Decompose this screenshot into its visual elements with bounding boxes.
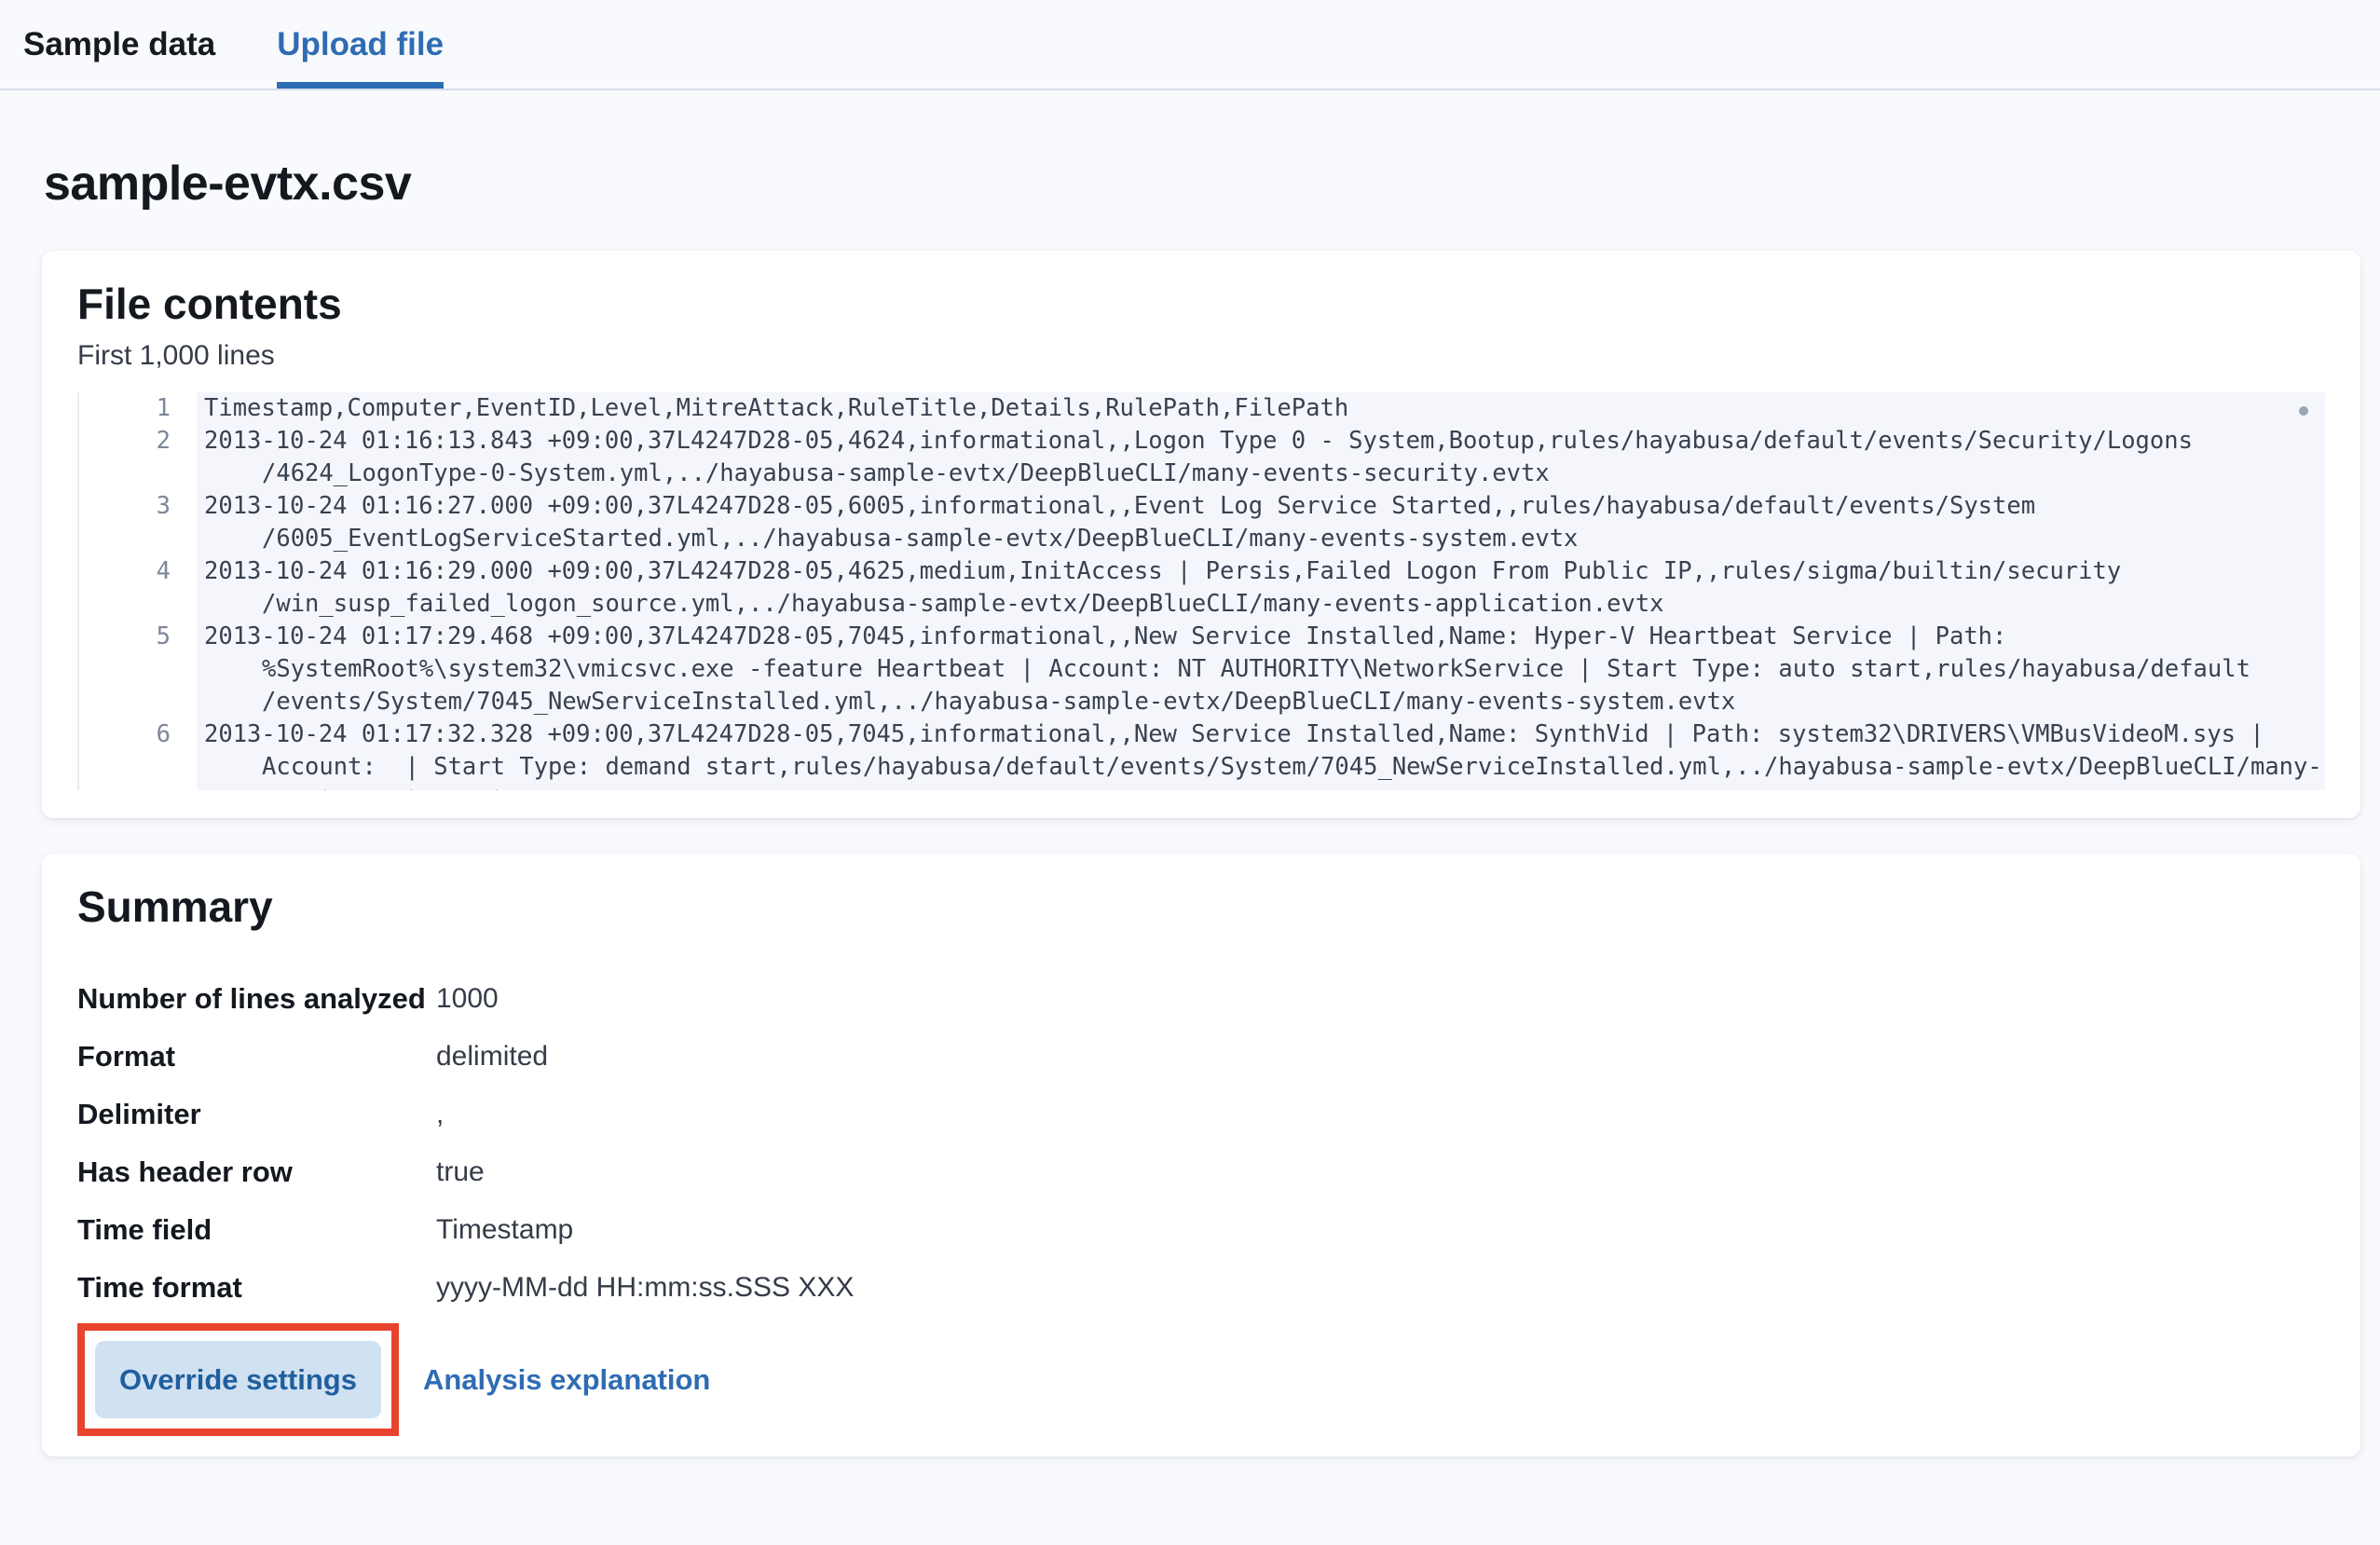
- line-number: 6: [79, 718, 197, 751]
- line-number: [79, 523, 197, 555]
- line-number: [79, 458, 197, 490]
- code-line-continuation: /events/System/7045_NewServiceInstalled.…: [79, 686, 2325, 718]
- summary-label: Has header row: [77, 1150, 436, 1194]
- line-number: 1: [79, 392, 197, 425]
- summary-actions: Override settings Analysis explanation: [77, 1323, 2325, 1436]
- code-line: 4 2013-10-24 01:16:29.000 +09:00,37L4247…: [79, 555, 2325, 588]
- code-text: events-system.evtx: [197, 784, 2325, 790]
- summary-label: Time field: [77, 1208, 436, 1251]
- line-number: 5: [79, 621, 197, 653]
- annotation-highlight-box: Override settings: [77, 1323, 399, 1436]
- code-line: 2 2013-10-24 01:16:13.843 +09:00,37L4247…: [79, 425, 2325, 458]
- line-number: [79, 588, 197, 621]
- file-contents-subtitle: First 1,000 lines: [77, 340, 2325, 372]
- summary-row: Format delimited: [77, 1034, 2325, 1078]
- code-text: Account: | Start Type: demand start,rule…: [197, 751, 2325, 784]
- summary-label: Format: [77, 1034, 436, 1078]
- summary-row: Delimiter ,: [77, 1092, 2325, 1136]
- tab-bar: Sample data Upload file: [0, 0, 2380, 90]
- summary-value: yyyy-MM-dd HH:mm:ss.SSS XXX: [436, 1265, 854, 1309]
- code-line-continuation: events-system.evtx: [79, 784, 2325, 790]
- code-line-continuation: /4624_LogonType-0-System.yml,../hayabusa…: [79, 458, 2325, 490]
- summary-heading: Summary: [77, 882, 2325, 932]
- line-number: 2: [79, 425, 197, 458]
- summary-value: 1000: [436, 977, 499, 1020]
- code-line-continuation: Account: | Start Type: demand start,rule…: [79, 751, 2325, 784]
- line-number: [79, 653, 197, 686]
- code-text: 2013-10-24 01:16:29.000 +09:00,37L4247D2…: [197, 555, 2325, 588]
- code-text: /events/System/7045_NewServiceInstalled.…: [197, 686, 2325, 718]
- summary-row: Time format yyyy-MM-dd HH:mm:ss.SSS XXX: [77, 1265, 2325, 1309]
- analysis-explanation-link[interactable]: Analysis explanation: [423, 1363, 710, 1397]
- code-text: 2013-10-24 01:17:29.468 +09:00,37L4247D2…: [197, 621, 2325, 653]
- file-preview-codeblock[interactable]: 1 Timestamp,Computer,EventID,Level,Mitre…: [77, 392, 2325, 790]
- code-text: %SystemRoot%\system32\vmicsvc.exe -featu…: [197, 653, 2325, 686]
- summary-label: Time format: [77, 1265, 436, 1309]
- summary-row: Has header row true: [77, 1150, 2325, 1194]
- summary-label: Number of lines analyzed: [77, 977, 436, 1020]
- code-text: /win_susp_failed_logon_source.yml,../hay…: [197, 588, 2325, 621]
- override-settings-button[interactable]: Override settings: [95, 1341, 381, 1418]
- code-line: 5 2013-10-24 01:17:29.468 +09:00,37L4247…: [79, 621, 2325, 653]
- summary-row: Time field Timestamp: [77, 1208, 2325, 1251]
- tab-upload-file[interactable]: Upload file: [277, 0, 444, 89]
- file-contents-heading: File contents: [77, 279, 2325, 329]
- line-number: [79, 751, 197, 784]
- summary-card: Summary Number of lines analyzed 1000 Fo…: [42, 854, 2360, 1456]
- summary-label: Delimiter: [77, 1092, 436, 1136]
- summary-value: ,: [436, 1092, 444, 1136]
- summary-list: Number of lines analyzed 1000 Format del…: [77, 977, 2325, 1309]
- code-line: 3 2013-10-24 01:16:27.000 +09:00,37L4247…: [79, 490, 2325, 523]
- line-number: [79, 784, 197, 790]
- line-number: 3: [79, 490, 197, 523]
- summary-value: true: [436, 1150, 485, 1194]
- line-number: [79, 686, 197, 718]
- code-line-continuation: /win_susp_failed_logon_source.yml,../hay…: [79, 588, 2325, 621]
- code-line: 6 2013-10-24 01:17:32.328 +09:00,37L4247…: [79, 718, 2325, 751]
- code-text: 2013-10-24 01:16:13.843 +09:00,37L4247D2…: [197, 425, 2325, 458]
- summary-row: Number of lines analyzed 1000: [77, 977, 2325, 1020]
- code-text: Timestamp,Computer,EventID,Level,MitreAt…: [197, 392, 2325, 425]
- code-line-continuation: /6005_EventLogServiceStarted.yml,../haya…: [79, 523, 2325, 555]
- page-title: sample-evtx.csv: [44, 156, 2380, 212]
- tab-sample-data[interactable]: Sample data: [23, 0, 215, 89]
- code-line: 1 Timestamp,Computer,EventID,Level,Mitre…: [79, 392, 2325, 425]
- code-text: 2013-10-24 01:17:32.328 +09:00,37L4247D2…: [197, 718, 2325, 751]
- code-text: /6005_EventLogServiceStarted.yml,../haya…: [197, 523, 2325, 555]
- code-line-continuation: %SystemRoot%\system32\vmicsvc.exe -featu…: [79, 653, 2325, 686]
- summary-value: Timestamp: [436, 1208, 573, 1251]
- code-text: 2013-10-24 01:16:27.000 +09:00,37L4247D2…: [197, 490, 2325, 523]
- file-contents-card: File contents First 1,000 lines 1 Timest…: [42, 251, 2360, 818]
- line-number: 4: [79, 555, 197, 588]
- code-scrollbar-dot[interactable]: [2299, 406, 2308, 416]
- summary-value: delimited: [436, 1034, 548, 1078]
- code-text: /4624_LogonType-0-System.yml,../hayabusa…: [197, 458, 2325, 490]
